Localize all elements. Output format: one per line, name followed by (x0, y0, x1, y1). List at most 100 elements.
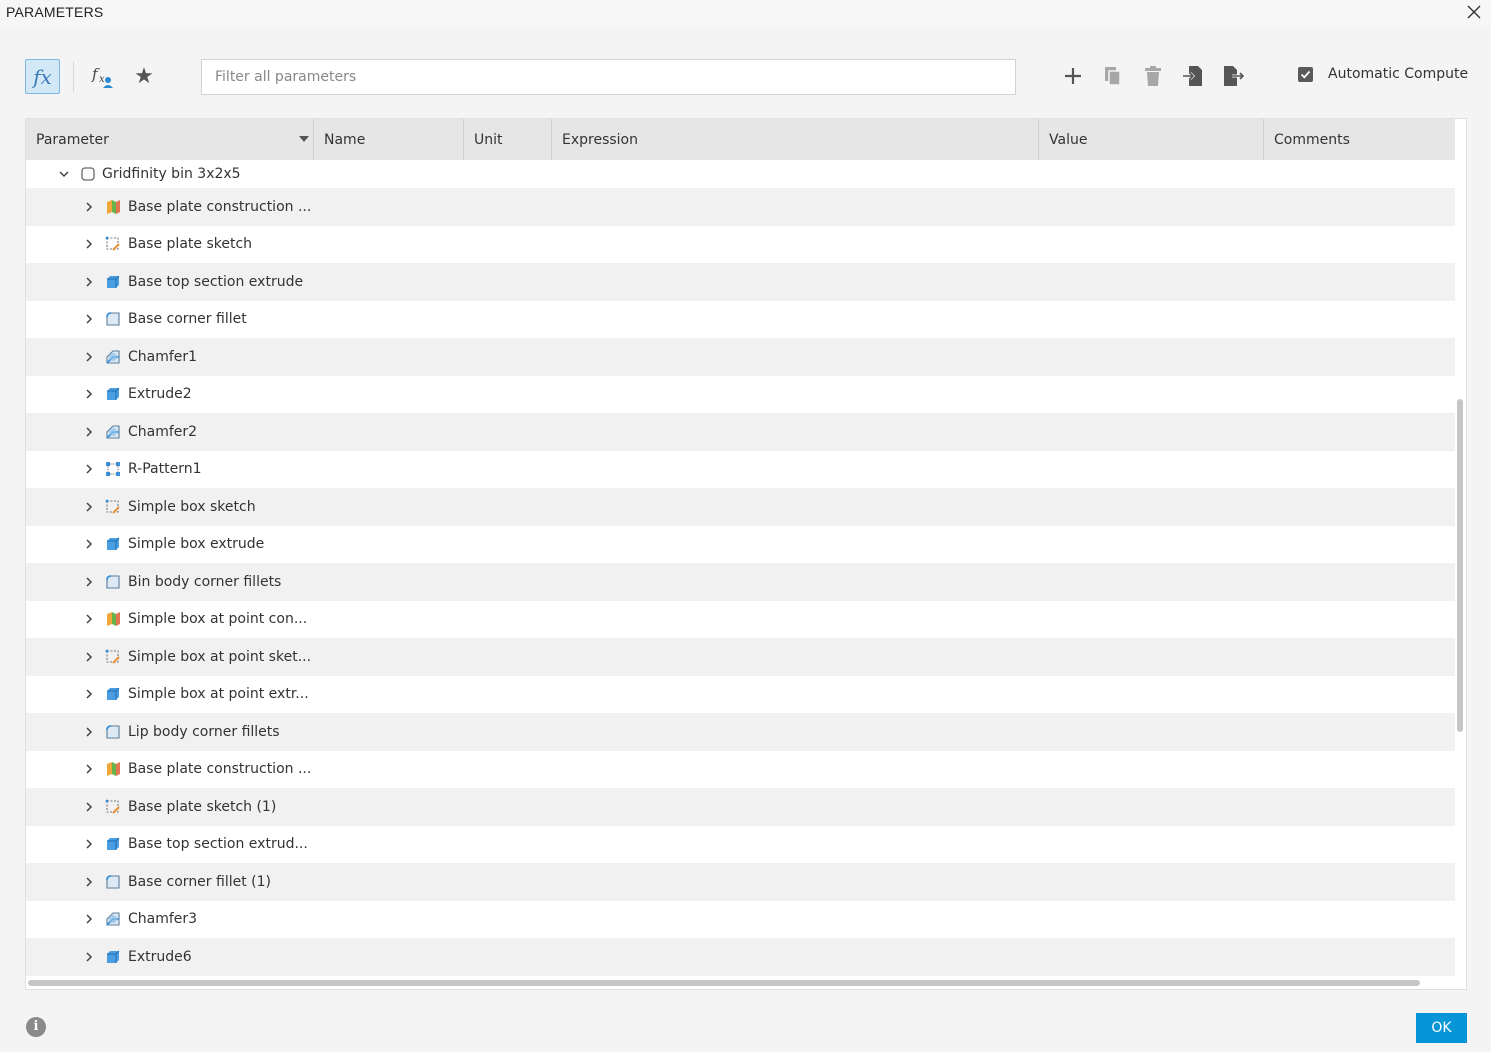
horizontal-scrollbar[interactable] (28, 980, 1420, 986)
copy-parameter-icon[interactable] (1100, 63, 1126, 89)
feature-label: Lip body corner fillets (128, 723, 280, 740)
chevron-right-icon[interactable] (83, 651, 95, 663)
column-header-unit[interactable]: Unit (464, 119, 552, 160)
feature-label: Simple box at point sket... (128, 648, 312, 665)
automatic-compute-toggle[interactable]: Automatic Compute (1298, 66, 1468, 82)
import-parameters-icon[interactable] (1180, 63, 1206, 89)
automatic-compute-label: Automatic Compute (1328, 66, 1469, 82)
feature-label: Simple box extrude (128, 536, 265, 553)
chevron-right-icon[interactable] (83, 688, 95, 700)
column-header-label: Expression (562, 132, 638, 148)
column-header-comments[interactable]: Comments (1264, 119, 1455, 160)
table-row[interactable]: Simple box at point con... (26, 601, 1455, 639)
column-header-label: Name (324, 132, 366, 148)
feature-label: Extrude2 (128, 386, 192, 403)
export-parameters-icon[interactable] (1220, 63, 1246, 89)
ok-button[interactable]: OK (1416, 1013, 1467, 1043)
feature-label: Simple box sketch (128, 498, 256, 515)
feature-label: R-Pattern1 (128, 461, 202, 478)
sketch-icon (105, 236, 120, 251)
fillet-icon (106, 724, 120, 739)
table-row[interactable]: Simple box at point sket... (26, 638, 1455, 676)
tree-root-row[interactable]: Gridfinity bin 3x2x5 (26, 160, 1455, 188)
column-header-parameter[interactable]: Parameter (26, 119, 314, 160)
table-row[interactable]: Base plate sketch (1) (26, 788, 1455, 826)
sort-dropdown-icon[interactable] (299, 136, 309, 142)
table-row[interactable]: Base corner fillet (1) (26, 863, 1455, 901)
svg-text:x: x (99, 74, 105, 85)
table-row[interactable]: Extrude2 (26, 376, 1455, 414)
column-header-label: Parameter (36, 132, 109, 148)
chevron-right-icon[interactable] (83, 613, 95, 625)
delete-trash-icon[interactable] (1140, 63, 1166, 89)
info-icon[interactable]: i (26, 1017, 46, 1037)
chevron-right-icon[interactable] (83, 576, 95, 588)
close-icon[interactable] (1465, 3, 1483, 21)
table-row[interactable]: Extrude6 (26, 938, 1455, 976)
table-row[interactable]: Base top section extrude (26, 263, 1455, 301)
chevron-right-icon[interactable] (83, 726, 95, 738)
automatic-compute-checkbox[interactable] (1298, 66, 1313, 82)
chevron-right-icon[interactable] (83, 763, 95, 775)
feature-label: Bin body corner fillets (128, 573, 282, 590)
column-header-expression[interactable]: Expression (552, 119, 1039, 160)
title-bar: PARAMETERS (0, 0, 1491, 26)
toolbar-divider (73, 61, 74, 92)
user-parameters-fx-icon[interactable]: f x (89, 63, 117, 91)
chevron-down-icon[interactable] (58, 168, 70, 180)
extrude-icon (107, 387, 120, 401)
chevron-right-icon[interactable] (83, 501, 95, 513)
extrude-icon (107, 687, 120, 701)
column-header-value[interactable]: Value (1039, 119, 1264, 160)
feature-label: Base plate construction ... (128, 198, 312, 215)
table-row[interactable]: Simple box at point extr... (26, 676, 1455, 714)
chevron-right-icon[interactable] (83, 913, 95, 925)
fx-icon: fx (33, 64, 52, 89)
add-parameter-plus-icon[interactable] (1060, 63, 1086, 89)
sketch-icon (105, 499, 120, 514)
table-row[interactable]: Chamfer2 (26, 413, 1455, 451)
table-row[interactable]: Chamfer3 (26, 901, 1455, 939)
table-row[interactable]: Base plate sketch (26, 226, 1455, 264)
all-parameters-fx-button[interactable]: fx (25, 59, 60, 94)
table-row[interactable]: Bin body corner fillets (26, 563, 1455, 601)
chevron-right-icon[interactable] (83, 276, 95, 288)
chevron-right-icon[interactable] (83, 351, 95, 363)
table-row[interactable]: R-Pattern1 (26, 451, 1455, 489)
table-row[interactable]: Simple box sketch (26, 488, 1455, 526)
chevron-right-icon[interactable] (83, 876, 95, 888)
column-header-name[interactable]: Name (314, 119, 464, 160)
vertical-scrollbar[interactable] (1457, 399, 1463, 732)
chevron-right-icon[interactable] (83, 463, 95, 475)
table-row[interactable]: Base top section extrud... (26, 826, 1455, 864)
filter-parameters-input[interactable] (201, 59, 1016, 95)
chamfer-icon (106, 425, 120, 439)
toolbar: fx f x ★ Automatic Compute (0, 55, 1491, 100)
chevron-right-icon[interactable] (83, 238, 95, 250)
table-row[interactable]: Lip body corner fillets (26, 713, 1455, 751)
table-row[interactable]: Base corner fillet (26, 301, 1455, 339)
chevron-right-icon[interactable] (83, 838, 95, 850)
feature-label: Simple box at point con... (128, 611, 308, 628)
chevron-right-icon[interactable] (83, 201, 95, 213)
component-icon (81, 167, 95, 181)
chevron-right-icon[interactable] (83, 313, 95, 325)
column-header-label: Unit (474, 132, 503, 148)
table-row[interactable]: Base plate construction ... (26, 751, 1455, 789)
fillet-icon (106, 312, 120, 326)
chevron-right-icon[interactable] (83, 426, 95, 438)
favorites-star-icon[interactable]: ★ (131, 63, 157, 89)
feature-label: Chamfer3 (128, 911, 198, 928)
dialog-title: PARAMETERS (6, 4, 104, 20)
table-row[interactable]: Base plate construction ... (26, 188, 1455, 226)
column-header-label: Value (1049, 132, 1088, 148)
table-row[interactable]: Chamfer1 (26, 338, 1455, 376)
chevron-right-icon[interactable] (83, 951, 95, 963)
checkmark-icon (1300, 70, 1311, 79)
table-row[interactable]: Simple box extrude (26, 526, 1455, 564)
chevron-right-icon[interactable] (83, 538, 95, 550)
chevron-right-icon[interactable] (83, 801, 95, 813)
table-header: Parameter Name Unit Expression Value Com… (26, 119, 1455, 160)
feature-label: Extrude6 (128, 948, 192, 965)
chevron-right-icon[interactable] (83, 388, 95, 400)
